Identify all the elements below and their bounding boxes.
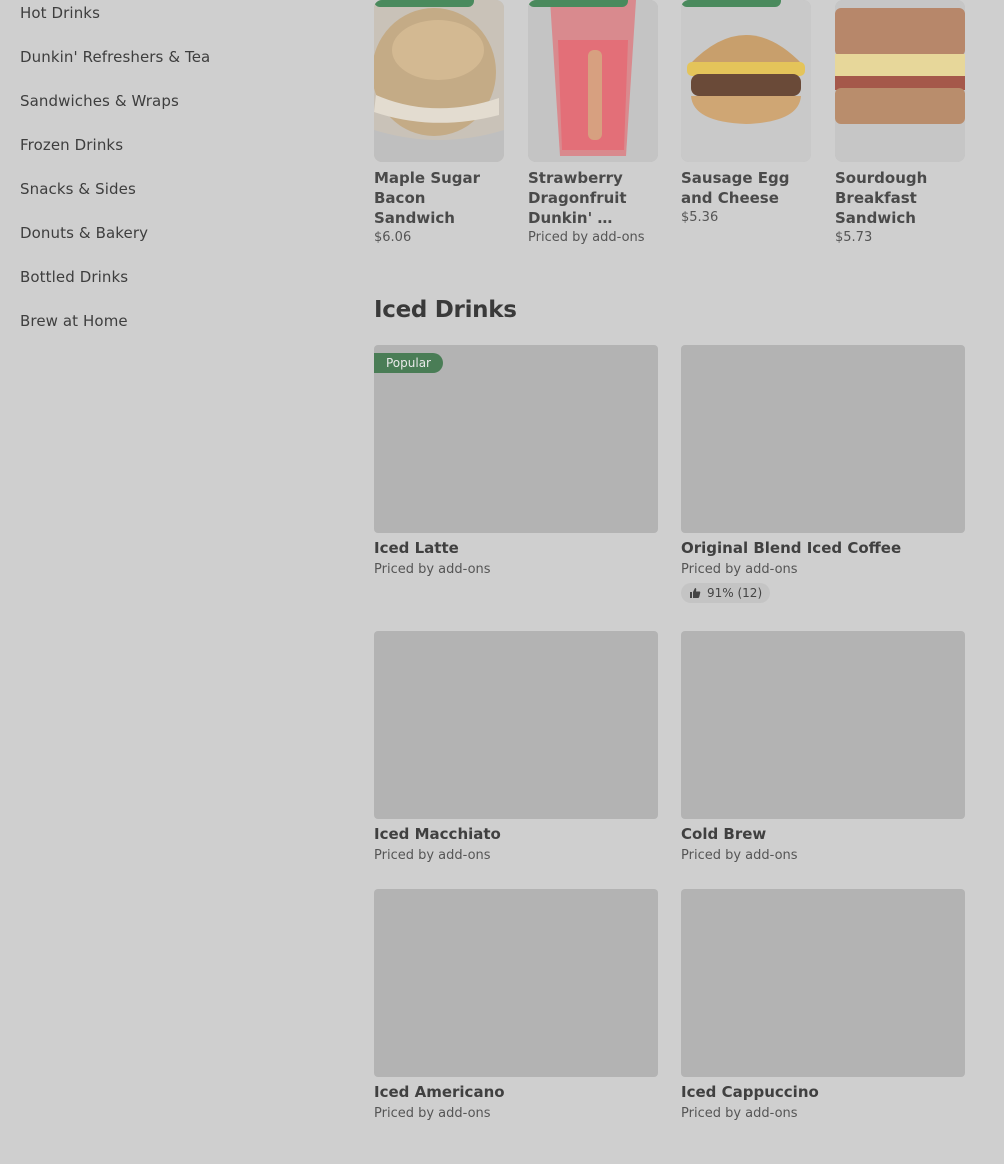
menu-item-image xyxy=(681,889,965,1077)
featured-item-image xyxy=(835,0,965,162)
featured-tag xyxy=(374,0,474,7)
featured-item-card[interactable]: Maple Sugar Bacon Sandwich $6.06 xyxy=(374,0,504,245)
menu-item-name: Iced Macchiato xyxy=(374,825,501,843)
menu-item-card[interactable]: Iced Cappuccino Priced by add-ons xyxy=(681,889,965,1121)
menu-item-image xyxy=(374,889,658,1077)
sidebar-item-refreshers-tea[interactable]: Dunkin' Refreshers & Tea xyxy=(20,48,210,66)
featured-item-image xyxy=(681,0,811,162)
featured-item-name: Maple Sugar Bacon Sandwich xyxy=(374,169,481,227)
menu-item-image xyxy=(681,631,965,819)
menu-item-name: Iced Latte xyxy=(374,539,459,557)
featured-item-price: $6.06 xyxy=(374,230,412,245)
featured-tag xyxy=(528,0,628,7)
menu-item-price: Priced by add-ons xyxy=(374,848,491,863)
menu-item-name: Cold Brew xyxy=(681,825,767,843)
featured-item-name: Strawberry Dragonfruit Dunkin' … xyxy=(528,169,627,227)
featured-item-image xyxy=(374,0,504,162)
featured-item-card[interactable]: Sausage Egg and Cheese $5.36 xyxy=(681,0,811,225)
rating-chip: 91% (12) xyxy=(681,583,771,603)
menu-item-price: Priced by add-ons xyxy=(681,562,798,577)
popular-badge: Popular xyxy=(374,353,443,373)
menu-item-image: Popular xyxy=(374,345,658,533)
menu-item-image xyxy=(374,631,658,819)
menu-item-name: Iced Americano xyxy=(374,1083,505,1101)
sidebar-item-sandwiches-wraps[interactable]: Sandwiches & Wraps xyxy=(20,92,179,110)
menu-item-image xyxy=(681,345,965,533)
sidebar-item-bottled-drinks[interactable]: Bottled Drinks xyxy=(20,268,128,286)
sidebar-item-snacks-sides[interactable]: Snacks & Sides xyxy=(20,180,136,198)
rating-text: 91% (12) xyxy=(707,586,763,600)
menu-item-card[interactable]: Original Blend Iced Coffee Priced by add… xyxy=(681,345,965,603)
menu-item-price: Priced by add-ons xyxy=(681,848,798,863)
menu-item-card[interactable]: Popular Iced Latte Priced by add-ons xyxy=(374,345,658,577)
sausage-sandwich-image xyxy=(681,0,811,162)
croissant-sandwich-image xyxy=(374,0,504,162)
menu-item-price: Priced by add-ons xyxy=(681,1106,798,1121)
menu-item-price: Priced by add-ons xyxy=(374,1106,491,1121)
featured-item-card[interactable]: Sourdough Breakfast Sandwich $5.73 xyxy=(835,0,965,245)
featured-item-card[interactable]: Strawberry Dragonfruit Dunkin' … Priced by… xyxy=(528,0,658,245)
section-title: Iced Drinks xyxy=(374,297,517,323)
thumbs-up-icon xyxy=(690,588,701,598)
menu-item-card[interactable]: Iced Americano Priced by add-ons xyxy=(374,889,658,1121)
featured-item-name: Sourdough Breakfast Sandwich xyxy=(835,169,928,227)
menu-item-card[interactable]: Cold Brew Priced by add-ons xyxy=(681,631,965,863)
featured-item-price: Priced by add-ons xyxy=(528,230,645,245)
sourdough-sandwich-image xyxy=(835,0,965,162)
featured-item-image xyxy=(528,0,658,162)
sidebar-item-donuts-bakery[interactable]: Donuts & Bakery xyxy=(20,224,148,242)
sidebar-item-hot-drinks[interactable]: Hot Drinks xyxy=(20,4,100,22)
refresher-drink-image xyxy=(528,0,658,162)
featured-tag xyxy=(681,0,781,7)
menu-item-card[interactable]: Iced Macchiato Priced by add-ons xyxy=(374,631,658,863)
sidebar-item-frozen-drinks[interactable]: Frozen Drinks xyxy=(20,136,123,154)
featured-item-price: $5.73 xyxy=(835,230,873,245)
menu-item-name: Iced Cappuccino xyxy=(681,1083,819,1101)
menu-item-price: Priced by add-ons xyxy=(374,562,491,577)
sidebar-item-brew-at-home[interactable]: Brew at Home xyxy=(20,312,128,330)
menu-item-name: Original Blend Iced Coffee xyxy=(681,539,902,557)
featured-item-name: Sausage Egg and Cheese xyxy=(681,169,790,207)
featured-item-price: $5.36 xyxy=(681,210,719,225)
